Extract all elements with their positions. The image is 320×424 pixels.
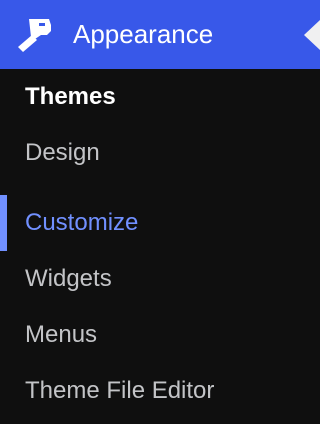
appearance-menu: Appearance Themes Design Customize Widge… <box>0 0 320 424</box>
submenu-item-widgets[interactable]: Widgets <box>0 251 320 307</box>
current-menu-pointer-icon <box>304 20 320 50</box>
submenu-item-label: Design <box>25 139 100 166</box>
submenu-item-label: Themes <box>25 83 116 110</box>
menu-title: Appearance <box>73 19 214 49</box>
submenu-item-theme-file-editor[interactable]: Theme File Editor <box>0 363 320 419</box>
submenu-item-customize[interactable]: Customize <box>0 195 320 251</box>
submenu-item-label: Menus <box>25 321 98 348</box>
submenu-item-label: Theme File Editor <box>25 377 215 404</box>
appearance-menu-header[interactable]: Appearance <box>0 0 320 69</box>
submenu-item-design[interactable]: Design <box>0 125 320 181</box>
submenu-item-label: Widgets <box>25 265 112 292</box>
hover-indicator <box>0 195 7 251</box>
submenu-item-label: Customize <box>25 209 139 236</box>
paint-brush-icon <box>15 17 53 53</box>
submenu-item-themes[interactable]: Themes <box>0 69 320 125</box>
submenu-item-menus[interactable]: Menus <box>0 307 320 363</box>
